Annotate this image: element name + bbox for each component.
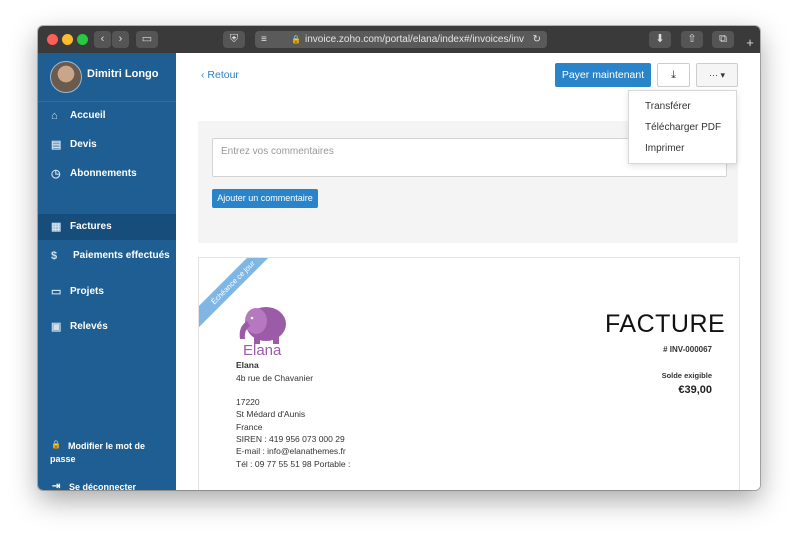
sidebar-item-releves[interactable]: ▣ Relevés bbox=[38, 314, 176, 340]
invoice-title: FACTURE bbox=[605, 310, 726, 338]
sidebar-item-label: Devis bbox=[70, 139, 97, 150]
sidebar-item-label: Accueil bbox=[70, 110, 106, 121]
avatar bbox=[50, 61, 82, 93]
forward-arrow-icon[interactable]: › bbox=[112, 31, 129, 48]
sidebar-item-label: Relevés bbox=[70, 321, 108, 332]
address-line: France bbox=[236, 422, 263, 432]
comment-placeholder: Entrez vos commentaires bbox=[221, 146, 334, 157]
clock-icon: ◷ bbox=[51, 168, 61, 180]
address-line: St Médard d'Aunis bbox=[236, 409, 306, 419]
sidebar-item-factures[interactable]: ▦ Factures bbox=[38, 214, 176, 240]
address-line: SIREN : 419 956 073 000 29 bbox=[236, 434, 345, 444]
logout-label: Se déconnecter bbox=[69, 482, 137, 490]
address-line: Tél : 09 77 55 51 98 Portable : bbox=[236, 459, 351, 469]
dollar-icon: $ bbox=[51, 250, 58, 262]
maximize-window-button[interactable] bbox=[77, 34, 88, 45]
back-link[interactable]: ‹ Retour bbox=[201, 69, 239, 81]
balance-due-value: €39,00 bbox=[678, 384, 712, 396]
share-icon[interactable]: ⇧ bbox=[681, 31, 703, 48]
invoice-document: Échéance ce jour Elana Elana 4b rue de C… bbox=[198, 257, 740, 490]
invoice-number: # INV-000067 bbox=[663, 345, 712, 354]
menu-item-imprimer[interactable]: Imprimer bbox=[645, 143, 684, 154]
sidebar: Dimitri Longo ⌂ Accueil ▤ Devis ◷ Abonne… bbox=[38, 53, 176, 490]
sidebar-item-paiements[interactable]: $ Paiements effectués bbox=[38, 243, 176, 269]
minimize-window-button[interactable] bbox=[62, 34, 73, 45]
user-name: Dimitri Longo bbox=[87, 68, 159, 80]
change-password-label: Modifier le mot de passe bbox=[50, 441, 146, 464]
menu-item-telecharger-pdf[interactable]: Télécharger PDF bbox=[645, 122, 721, 133]
tabs-overview-icon[interactable]: ⧉ bbox=[712, 31, 734, 48]
invoice-icon: ▦ bbox=[51, 221, 62, 233]
briefcase-icon: ▭ bbox=[51, 286, 62, 298]
sidebar-item-label: Paiements effectués bbox=[73, 250, 170, 261]
new-tab-icon[interactable]: + bbox=[742, 35, 758, 51]
sidebar-item-label: Projets bbox=[70, 286, 104, 297]
menu-item-transferer[interactable]: Transférer bbox=[645, 101, 691, 112]
close-window-button[interactable] bbox=[47, 34, 58, 45]
address-line: 17220 bbox=[236, 397, 260, 407]
user-profile[interactable]: Dimitri Longo bbox=[38, 53, 176, 102]
add-comment-button[interactable]: Ajouter un commentaire bbox=[212, 189, 318, 208]
sidebar-item-abonnements[interactable]: ◷ Abonnements bbox=[38, 161, 176, 187]
reader-icon[interactable]: ≡ bbox=[261, 31, 267, 48]
statement-icon: ▣ bbox=[51, 321, 62, 333]
more-actions-button[interactable]: ··· ▾ bbox=[696, 63, 738, 87]
sidebar-item-label: Abonnements bbox=[70, 168, 137, 179]
downloads-icon[interactable]: ⬇ bbox=[649, 31, 671, 48]
more-actions-menu: Transférer Télécharger PDF Imprimer bbox=[628, 90, 737, 164]
url-text: invoice.zoho.com/portal/elana/index#/inv… bbox=[305, 34, 525, 45]
elephant-logo-icon bbox=[239, 307, 286, 344]
company-name: Elana bbox=[236, 360, 259, 370]
sidebar-item-accueil[interactable]: ⌂ Accueil bbox=[38, 103, 176, 129]
logout-icon: ⇥ bbox=[52, 481, 61, 490]
lock-icon: 🔒 bbox=[291, 35, 301, 44]
back-arrow-icon[interactable]: ‹ bbox=[94, 31, 111, 48]
sidebar-toggle-icon[interactable]: ▭ bbox=[136, 31, 158, 48]
pay-now-button[interactable]: Payer maintenant bbox=[555, 63, 651, 87]
browser-window: ‹ › ▭ ⛨ ≡ 🔒 invoice.zoho.com/portal/elan… bbox=[38, 26, 760, 490]
sidebar-item-devis[interactable]: ▤ Devis bbox=[38, 132, 176, 158]
main-content: ‹ Retour Payer maintenant ⤓ ··· ▾ Transf… bbox=[176, 53, 760, 490]
sidebar-item-projets[interactable]: ▭ Projets bbox=[38, 279, 176, 305]
sidebar-item-label: Factures bbox=[70, 221, 112, 232]
browser-titlebar: ‹ › ▭ ⛨ ≡ 🔒 invoice.zoho.com/portal/elan… bbox=[38, 26, 760, 54]
brand-name: Elana bbox=[243, 342, 282, 359]
download-button[interactable]: ⤓ bbox=[657, 63, 690, 87]
document-icon: ▤ bbox=[51, 139, 62, 151]
url-bar[interactable]: ≡ 🔒 invoice.zoho.com/portal/elana/index#… bbox=[255, 31, 547, 48]
shield-icon[interactable]: ⛨ bbox=[223, 31, 245, 48]
balance-due-label: Solde exigible bbox=[661, 371, 712, 380]
address-line: 4b rue de Chavanier bbox=[236, 373, 314, 383]
download-icon: ⤓ bbox=[671, 69, 676, 81]
address-line: E-mail : info@elanathemes.fr bbox=[236, 446, 346, 456]
reload-icon[interactable]: ↻ bbox=[533, 31, 541, 48]
home-icon: ⌂ bbox=[51, 110, 58, 122]
